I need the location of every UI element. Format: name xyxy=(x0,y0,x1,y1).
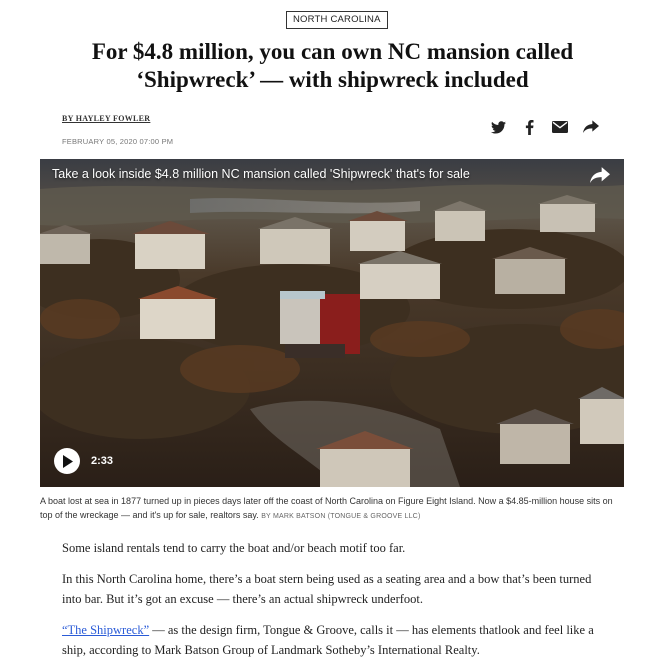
shipwreck-link[interactable]: “The Shipwreck” xyxy=(62,623,149,637)
section-tag[interactable]: NORTH CAROLINA xyxy=(286,11,388,29)
share-bar xyxy=(490,118,599,136)
email-icon[interactable] xyxy=(552,119,568,135)
aerial-house-image xyxy=(40,159,624,487)
author-byline[interactable]: BY HAYLEY FOWLER xyxy=(62,114,150,123)
facebook-icon[interactable] xyxy=(521,119,537,135)
video-caption: A boat lost at sea in 1877 turned up in … xyxy=(40,494,620,524)
paragraph-1: Some island rentals tend to carry the bo… xyxy=(62,541,406,555)
paragraph-3: “The Shipwreck” — as the design firm, To… xyxy=(62,620,607,660)
video-title: Take a look inside $4.8 million NC mansi… xyxy=(52,167,470,181)
play-button[interactable] xyxy=(54,448,80,474)
play-icon xyxy=(63,454,73,468)
twitter-icon[interactable] xyxy=(490,119,506,135)
article-headline: For $4.8 million, you can own NC mansion… xyxy=(91,39,574,92)
video-player[interactable]: Take a look inside $4.8 million NC mansi… xyxy=(40,159,624,487)
share-icon[interactable] xyxy=(583,119,599,135)
video-share-icon[interactable] xyxy=(590,167,610,185)
video-duration: 2:33 xyxy=(91,455,114,467)
paragraph-2: In this North Carolina home, there’s a b… xyxy=(62,572,592,606)
publish-date: FEBRUARY 05, 2020 07:00 PM xyxy=(62,137,174,146)
photo-credit: BY MARK BATSON (TONGUE & GROOVE LLC) xyxy=(261,513,421,520)
